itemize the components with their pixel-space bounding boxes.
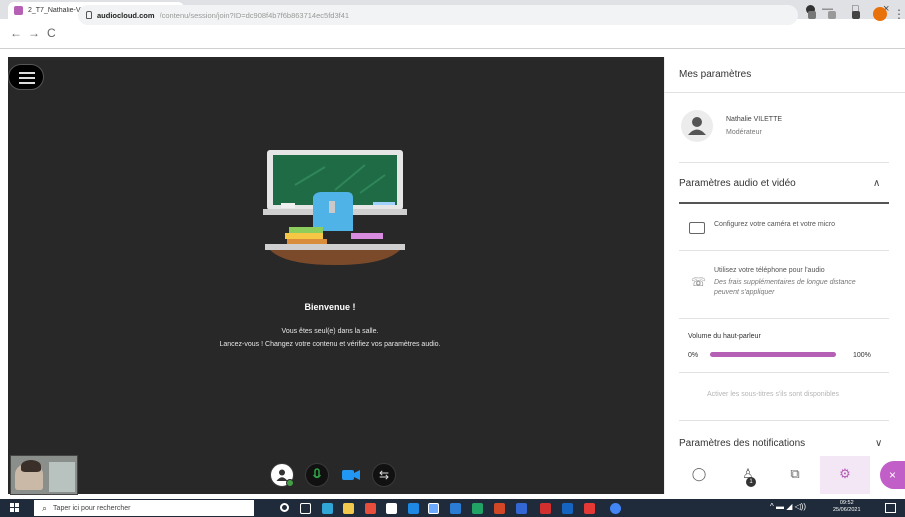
volume-label: Volume du haut-parleur [688,333,761,340]
audio-video-section-title[interactable]: Paramètres audio et vidéo [679,178,796,189]
reload-icon[interactable]: C [47,27,56,39]
excel-icon[interactable] [472,503,483,514]
store-icon[interactable] [386,503,397,514]
acrobat-icon[interactable] [584,503,595,514]
file-explorer-icon[interactable] [343,503,354,514]
user-name: Nathalie VILETTE [726,116,783,123]
presentation-area [8,57,664,494]
phone-icon: ☏ [691,275,707,289]
powerpoint-icon[interactable] [494,503,505,514]
puzzle-icon[interactable] [852,11,860,19]
edge-icon[interactable] [322,503,333,514]
online-status-icon [286,479,294,487]
camera-settings-link[interactable]: Configurez votre caméra et votre micro [714,220,864,230]
welcome-title: Bienvenue ! [304,302,356,312]
clock-date: 25/06/2021 [833,507,861,513]
forward-icon[interactable]: → [28,27,40,39]
classroom-illustration [263,150,407,265]
taskbar-search-input[interactable]: ⌕ Taper ici pour rechercher [34,500,254,516]
system-clock[interactable]: 09:52 25/06/2021 [833,500,861,514]
windows-start-icon[interactable] [10,503,20,513]
system-tray-icons[interactable]: ^ ▬ ◢ ◁)) [770,502,806,511]
camera-icon[interactable] [339,463,363,487]
volume-slider[interactable] [710,352,836,357]
volume-min-label: 0% [688,352,699,359]
chat-tab-icon[interactable]: ◯ [686,461,712,487]
divider [679,420,889,421]
chevron-down-icon[interactable]: ∨ [875,438,882,449]
share-content-tab-icon[interactable]: ⧉ [782,461,808,487]
word-icon[interactable] [450,503,461,514]
browser-menu-icon[interactable]: ⋮ [893,7,905,21]
task-view-icon[interactable] [300,503,311,514]
subtitles-toggle[interactable]: Activer les sous-titres s'ils sont dispo… [707,391,839,398]
welcome-message-line1: Vous êtes seul(e) dans la salle. [281,328,379,335]
section-underline [679,202,889,204]
divider [679,250,889,251]
user-avatar [681,110,713,142]
clock-time: 09:52 [839,500,854,506]
app-icon[interactable] [365,503,376,514]
options-menu-button[interactable] [8,64,44,90]
app-red-icon[interactable] [540,503,551,514]
url-field[interactable]: audiocloud.com /contenu/session/join?ID=… [78,5,798,25]
back-icon[interactable]: ← [10,27,22,39]
microphone-icon[interactable] [305,463,329,487]
welcome-message-line2: Lancez-vous ! Changez votre contenu et v… [219,341,441,348]
active-app-icon[interactable] [428,503,439,514]
url-host: audiocloud.com [97,10,155,20]
teams-icon[interactable] [562,503,573,514]
panel-title: Mes paramètres [679,69,752,80]
participants-badge: 1 [746,477,756,487]
camera-settings-icon [689,222,705,234]
cortana-icon[interactable] [280,503,289,512]
site-favicon-icon [14,6,23,15]
divider [679,372,889,373]
mail-icon[interactable] [408,503,419,514]
notifications-section-title[interactable]: Paramètres des notifications [679,438,805,449]
self-video-thumbnail[interactable] [10,455,78,495]
profile-avatar[interactable] [873,7,887,21]
lock-icon [86,11,92,19]
phone-audio-note: Des frais supplémentaires de longue dist… [714,279,856,296]
chrome-icon[interactable] [610,503,621,514]
share-icon[interactable]: ⇆ [372,463,396,487]
divider [679,162,889,163]
collapse-panel-button[interactable]: × [880,461,905,489]
user-role: Modérateur [726,129,762,136]
divider [679,318,889,319]
url-path: /contenu/session/join?ID=dc908f4b7f6b863… [159,10,350,20]
extension-icon[interactable] [828,11,836,19]
settings-tab-icon[interactable]: ⚙ [832,461,858,487]
key-icon[interactable] [808,11,816,19]
volume-slider-fill [710,352,836,357]
notification-center-icon[interactable] [885,503,896,513]
chevron-up-icon[interactable]: ∧ [873,178,880,189]
phone-audio-link[interactable]: Utilisez votre téléphone pour l'audio [714,266,879,276]
volume-max-label: 100% [853,352,871,359]
search-icon: ⌕ [42,502,48,513]
taskbar-search-placeholder: Taper ici pour rechercher [53,504,131,512]
outlook-icon[interactable] [516,503,527,514]
divider [664,92,905,93]
